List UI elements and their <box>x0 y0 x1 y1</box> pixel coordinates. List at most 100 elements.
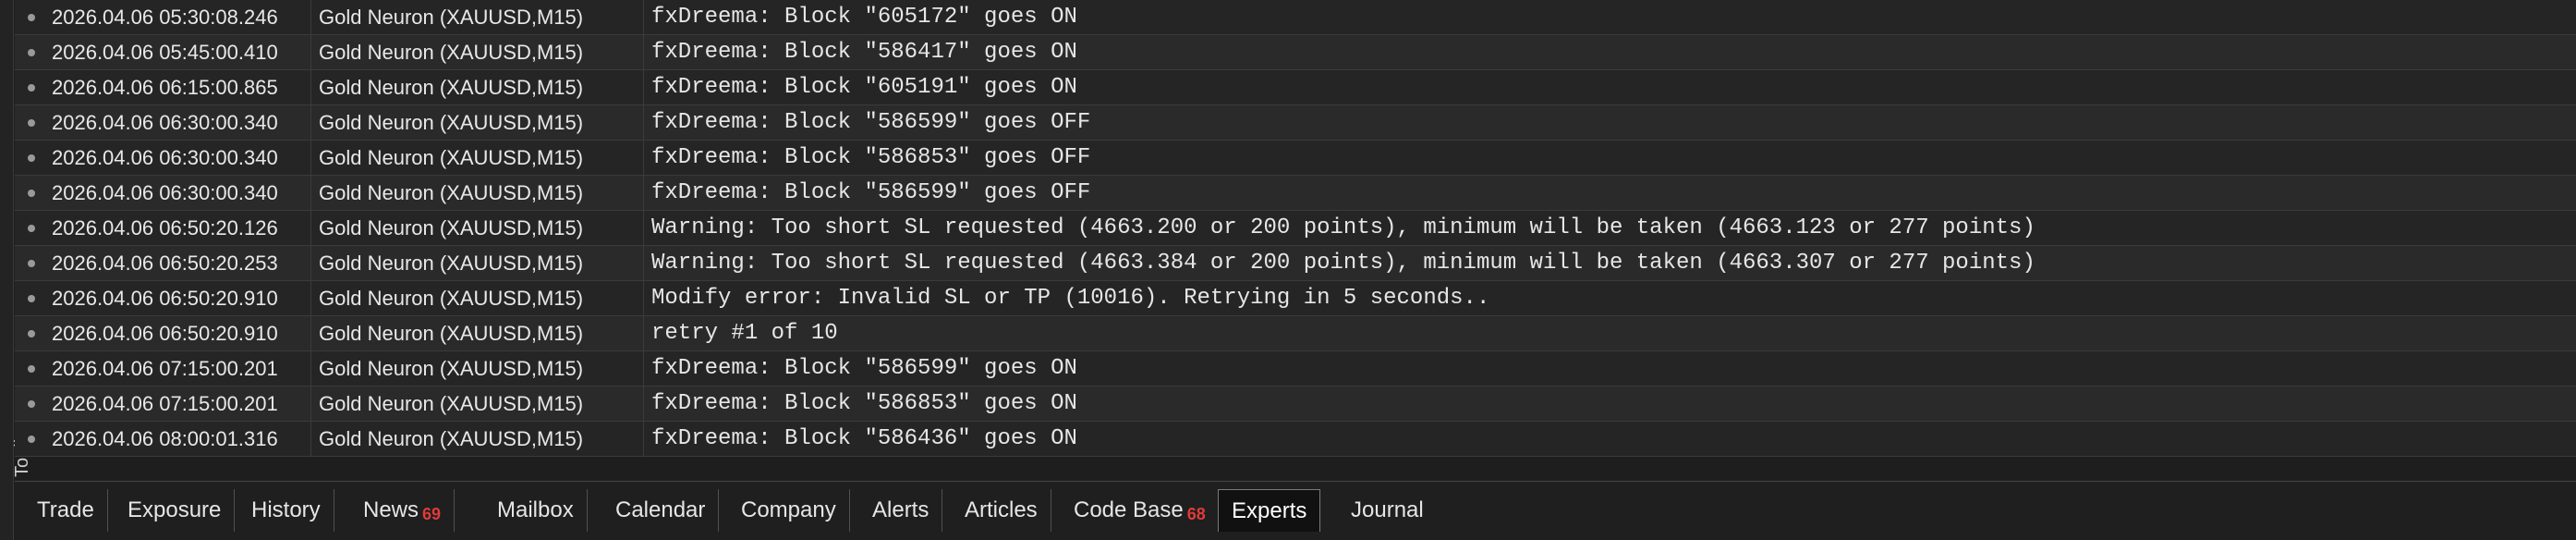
tab-label: Trade <box>37 497 94 522</box>
log-row[interactable]: 2026.04.06 06:50:20.253 Gold Neuron (XAU… <box>15 245 2576 281</box>
log-message: Warning: Too short SL requested (4663.20… <box>643 210 2576 246</box>
log-time-cell: 2026.04.06 05:45:00.410 <box>15 35 310 70</box>
log-row[interactable]: 2026.04.06 06:15:00.865 Gold Neuron (XAU… <box>15 69 2576 105</box>
tab-label: Alerts <box>872 497 930 522</box>
tab-label: History <box>251 497 321 522</box>
log-time-cell: 2026.04.06 06:50:20.910 <box>15 316 310 351</box>
tab-label: Calendar <box>615 497 706 522</box>
log-source: Gold Neuron (XAUUSD,M15) <box>310 245 643 281</box>
log-source: Gold Neuron (XAUUSD,M15) <box>310 350 643 387</box>
log-row[interactable]: 2026.04.06 05:30:08.246 Gold Neuron (XAU… <box>15 0 2576 35</box>
log-time: 2026.04.06 05:30:08.246 <box>52 5 278 29</box>
tab-news[interactable]: News 69 <box>350 489 456 532</box>
log-row[interactable]: 2026.04.06 06:30:00.340 Gold Neuron (XAU… <box>15 104 2576 141</box>
tab-trade[interactable]: Trade <box>24 489 108 532</box>
tab-label: Experts <box>1232 497 1307 523</box>
log-source: Gold Neuron (XAUUSD,M15) <box>310 69 643 105</box>
log-row[interactable]: 2026.04.06 06:50:20.910 Gold Neuron (XAU… <box>15 315 2576 351</box>
info-dot-icon <box>28 189 35 197</box>
tab-history[interactable]: History <box>238 489 334 532</box>
log-message: fxDreema: Block "605191" goes ON <box>643 69 2576 105</box>
log-time-cell: 2026.04.06 06:30:00.340 <box>15 105 310 141</box>
log-time-cell: 2026.04.06 06:30:00.340 <box>15 176 310 211</box>
news-count-badge: 69 <box>422 504 442 523</box>
info-dot-icon <box>28 435 35 443</box>
tab-label: Articles <box>965 497 1038 522</box>
tab-articles[interactable]: Articles <box>952 489 1051 532</box>
tab-code-base[interactable]: Code Base 68 <box>1061 489 1220 532</box>
log-source: Gold Neuron (XAUUSD,M15) <box>310 210 643 246</box>
info-dot-icon <box>28 224 35 232</box>
log-source: Gold Neuron (XAUUSD,M15) <box>310 421 643 457</box>
log-time-cell: 2026.04.06 07:15:00.201 <box>15 351 310 387</box>
tab-label: News <box>363 497 419 522</box>
info-dot-icon <box>28 13 35 21</box>
log-source: Gold Neuron (XAUUSD,M15) <box>310 175 643 211</box>
log-row[interactable]: 2026.04.06 07:15:00.201 Gold Neuron (XAU… <box>15 350 2576 387</box>
tab-journal[interactable]: Journal <box>1338 489 1437 532</box>
log-source: Gold Neuron (XAUUSD,M15) <box>310 315 643 351</box>
log-time: 2026.04.06 06:30:00.340 <box>52 145 278 169</box>
log-time: 2026.04.06 08:00:01.316 <box>52 426 278 450</box>
info-dot-icon <box>28 364 35 373</box>
log-source: Gold Neuron (XAUUSD,M15) <box>310 140 643 176</box>
info-dot-icon <box>28 48 35 56</box>
info-dot-icon <box>28 83 35 92</box>
log-message: fxDreema: Block "586417" goes ON <box>643 34 2576 70</box>
info-dot-icon <box>28 294 35 302</box>
log-row[interactable]: 2026.04.06 06:30:00.340 Gold Neuron (XAU… <box>15 140 2576 176</box>
code-base-count-badge: 68 <box>1186 504 1206 523</box>
log-message: fxDreema: Block "586599" goes OFF <box>643 175 2576 211</box>
log-row[interactable]: 2026.04.06 06:30:00.340 Gold Neuron (XAU… <box>15 175 2576 211</box>
toolbox-side-panel[interactable]: Toolbox <box>0 0 32 540</box>
log-row[interactable]: 2026.04.06 08:00:01.316 Gold Neuron (XAU… <box>15 421 2576 457</box>
log-time: 2026.04.06 06:50:20.910 <box>52 321 278 345</box>
log-time-cell: 2026.04.06 07:15:00.201 <box>15 387 310 422</box>
log-message: fxDreema: Block "586436" goes ON <box>643 421 2576 457</box>
tab-experts[interactable]: Experts <box>1218 489 1321 532</box>
tab-label: Journal <box>1351 497 1424 522</box>
log-source: Gold Neuron (XAUUSD,M15) <box>310 280 643 316</box>
log-message: fxDreema: Block "586853" goes ON <box>643 386 2576 422</box>
info-dot-icon <box>28 399 35 408</box>
log-time: 2026.04.06 06:50:20.910 <box>52 286 278 310</box>
log-source: Gold Neuron (XAUUSD,M15) <box>310 104 643 141</box>
log-time-cell: 2026.04.06 08:00:01.316 <box>15 422 310 457</box>
experts-log-table[interactable]: 2026.04.06 05:30:08.246 Gold Neuron (XAU… <box>15 0 2576 479</box>
log-time: 2026.04.06 06:50:20.126 <box>52 215 278 239</box>
log-time-cell: 2026.04.06 05:30:08.246 <box>15 0 310 35</box>
tab-alerts[interactable]: Alerts <box>859 489 943 532</box>
log-message: fxDreema: Block "586853" goes OFF <box>643 140 2576 176</box>
log-row[interactable]: 2026.04.06 06:50:20.910 Gold Neuron (XAU… <box>15 280 2576 316</box>
tab-label: Company <box>741 497 836 522</box>
info-dot-icon <box>28 153 35 162</box>
info-dot-icon <box>28 259 35 267</box>
log-message: fxDreema: Block "586599" goes ON <box>643 350 2576 387</box>
tab-exposure[interactable]: Exposure <box>115 489 236 532</box>
info-dot-icon <box>28 118 35 127</box>
log-row[interactable]: 2026.04.06 07:15:00.201 Gold Neuron (XAU… <box>15 386 2576 422</box>
tab-label: Mailbox <box>497 497 574 522</box>
log-time: 2026.04.06 06:15:00.865 <box>52 75 278 99</box>
log-source: Gold Neuron (XAUUSD,M15) <box>310 34 643 70</box>
tab-mailbox[interactable]: Mailbox <box>484 489 588 532</box>
log-time: 2026.04.06 06:50:20.253 <box>52 251 278 275</box>
tab-company[interactable]: Company <box>728 489 850 532</box>
log-time-cell: 2026.04.06 06:50:20.253 <box>15 246 310 281</box>
terminal-tab-bar: Trade Exposure History News 69 Mailbox Ca… <box>15 481 2576 540</box>
log-message: fxDreema: Block "586599" goes OFF <box>643 104 2576 141</box>
log-source: Gold Neuron (XAUUSD,M15) <box>310 0 643 35</box>
log-time: 2026.04.06 06:30:00.340 <box>52 180 278 204</box>
log-source: Gold Neuron (XAUUSD,M15) <box>310 386 643 422</box>
log-time: 2026.04.06 07:15:00.201 <box>52 356 278 380</box>
log-time-cell: 2026.04.06 06:50:20.910 <box>15 281 310 316</box>
tab-label: Code Base <box>1074 497 1184 522</box>
log-row[interactable]: 2026.04.06 05:45:00.410 Gold Neuron (XAU… <box>15 34 2576 70</box>
log-time-cell: 2026.04.06 06:30:00.340 <box>15 141 310 176</box>
tab-label: Exposure <box>128 497 222 522</box>
log-time-cell: 2026.04.06 06:50:20.126 <box>15 211 310 246</box>
log-time-cell: 2026.04.06 06:15:00.865 <box>15 70 310 105</box>
tab-calendar[interactable]: Calendar <box>602 489 720 532</box>
log-message: retry #1 of 10 <box>643 315 2576 351</box>
log-row[interactable]: 2026.04.06 06:50:20.126 Gold Neuron (XAU… <box>15 210 2576 246</box>
